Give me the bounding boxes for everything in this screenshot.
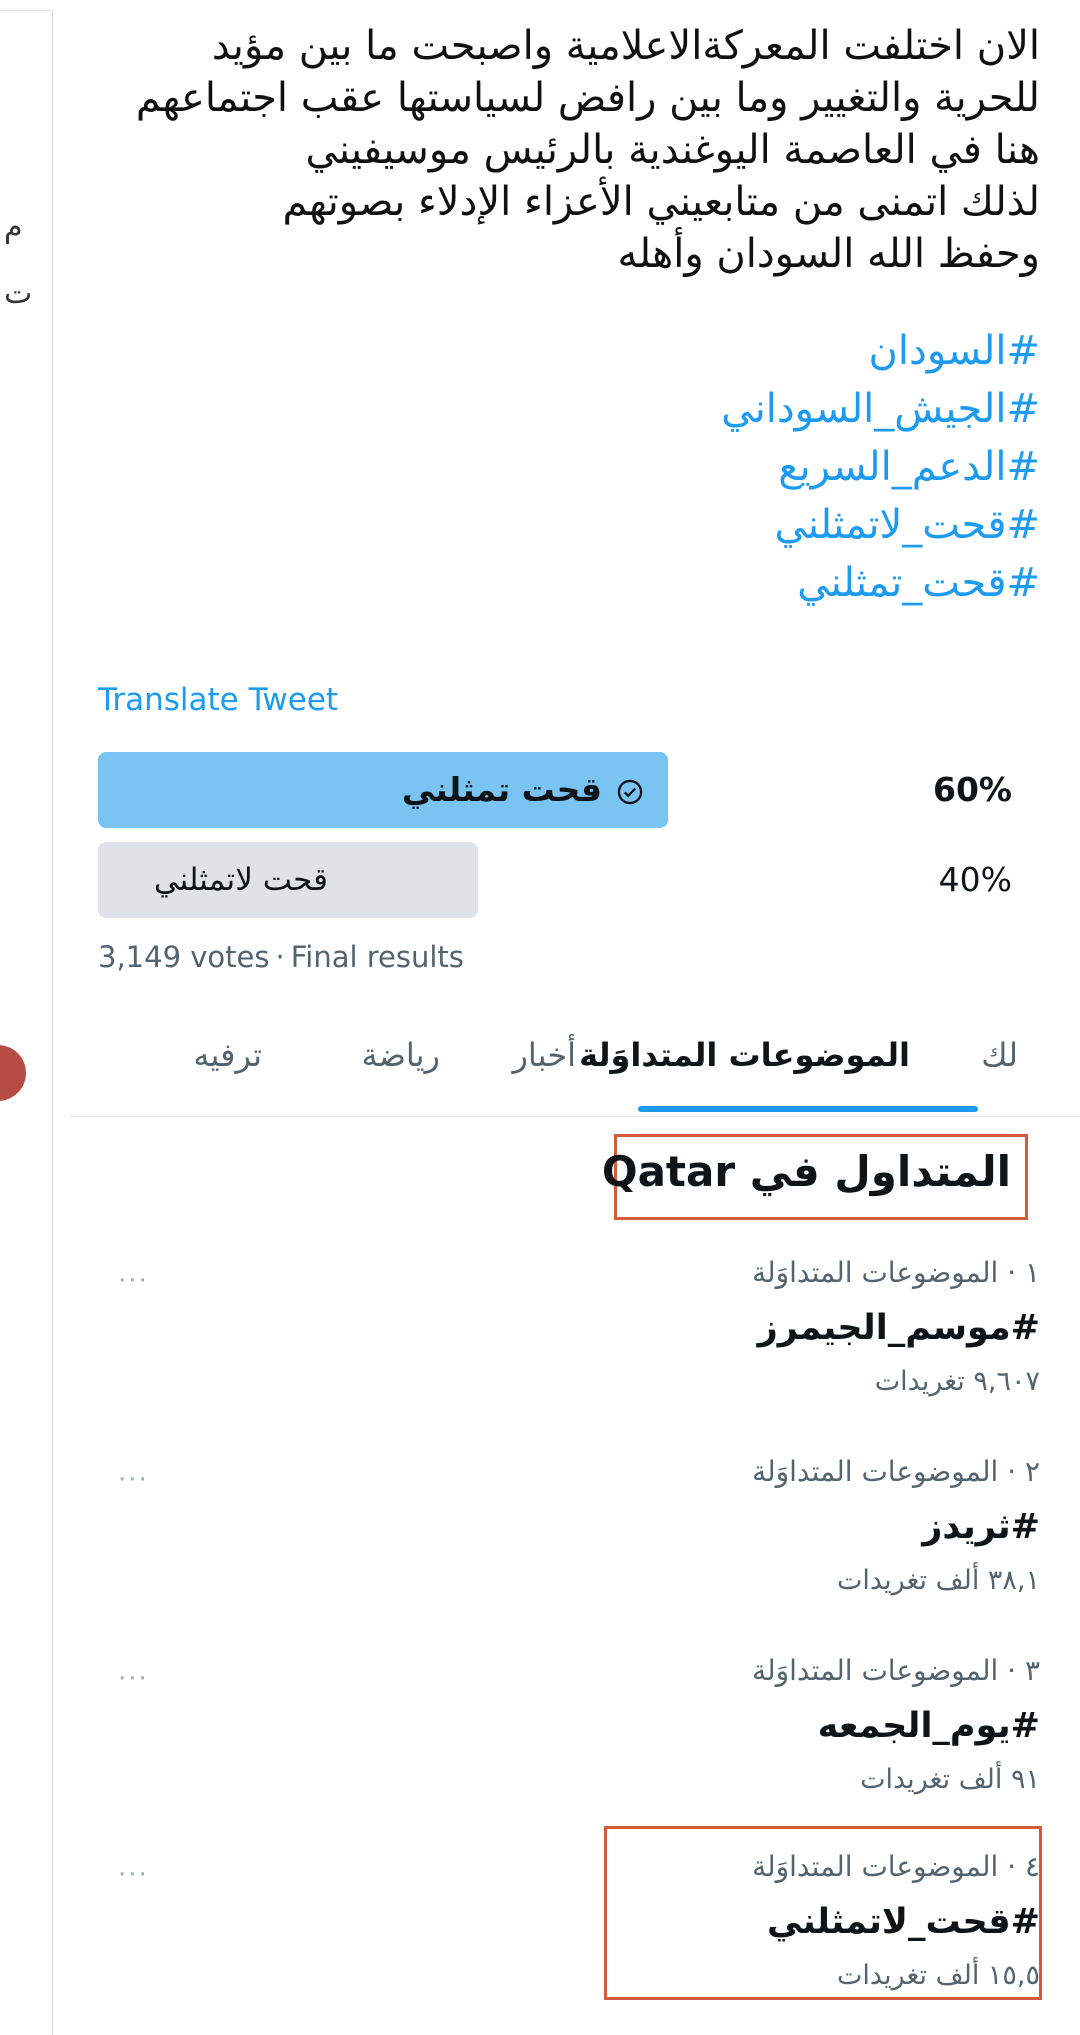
poll-option-bar: قحت لاتمثلني — [98, 842, 478, 918]
poll-vote-count: 3,149 votes — [98, 940, 270, 974]
tweet-text-line: لذلك اتمنى من متابعيني الأعزاء الإدلاء ب… — [282, 179, 1040, 225]
tweet-text-line: الان اختلفت المعركةالاعلامية واصبحت ما ب… — [211, 23, 1040, 69]
more-horizontal-icon[interactable]: ··· — [118, 1664, 149, 1694]
tweet-text-line: هنا في العاصمة اليوغندية بالرئيس موسيفين… — [305, 127, 1040, 173]
trend-item[interactable]: ··· ٣ · الموضوعات المتداوَلة #يوم_الجمعه… — [100, 1654, 1040, 1804]
poll-option-percent: 40% — [938, 860, 1012, 899]
more-horizontal-icon[interactable]: ··· — [118, 1465, 149, 1495]
trend-name: #يوم_الجمعه — [817, 1706, 1040, 1746]
side-text-fragment: ت — [4, 276, 33, 311]
tab-entertainment[interactable]: ترفيه — [193, 1036, 262, 1074]
trend-item[interactable]: ··· ٢ · الموضوعات المتداوَلة #ثريدز ٣٨,١… — [100, 1455, 1040, 1605]
annotation-box: المتداول في Qatar — [602, 1134, 1028, 1220]
trend-item[interactable]: ··· ٤ · الموضوعات المتداوَلة #قحت_لاتمثل… — [100, 1850, 1040, 2000]
side-text-fragment: م — [4, 210, 23, 245]
explore-tabs: لك الموضوعات المتداوَلة أخبار رياضة ترفي… — [70, 1020, 1080, 1117]
tab-news[interactable]: أخبار — [512, 1036, 576, 1074]
more-horizontal-icon[interactable]: ··· — [118, 1860, 149, 1890]
trend-rank-label: ١ · الموضوعات المتداوَلة — [752, 1256, 1040, 1289]
poll-option-text: قحت تمثلني — [401, 770, 602, 809]
hashtag-link[interactable]: #السودان — [721, 322, 1040, 380]
poll-option-label: قحت تمثلني — [402, 752, 644, 828]
tweet-text: الان اختلفت المعركةالاعلامية واصبحت ما ب… — [80, 20, 1040, 280]
trend-rank-label: ٤ · الموضوعات المتداوَلة — [752, 1850, 1040, 1883]
check-circle-icon — [617, 779, 643, 804]
tab-sports[interactable]: رياضة — [362, 1036, 440, 1074]
tab-trending[interactable]: الموضوعات المتداوَلة — [579, 1036, 910, 1074]
hashtag-link[interactable]: #قحت_تمثلني — [721, 554, 1040, 612]
trend-name: #موسم_الجيمرز — [757, 1308, 1040, 1348]
poll-option-label: قحت لاتمثلني — [153, 862, 328, 898]
trending-region-heading: المتداول في Qatar — [601, 1147, 1011, 1196]
poll-status: Final results — [290, 940, 464, 974]
poll-option-bar: قحت تمثلني — [98, 752, 668, 828]
side-card-edge — [0, 10, 53, 2035]
trend-tweet-count: ٩,٦٠٧ تغريدات — [874, 1366, 1040, 1397]
active-tab-indicator — [638, 1106, 978, 1112]
poll-summary-separator: · — [275, 940, 285, 974]
trend-item[interactable]: ··· ١ · الموضوعات المتداوَلة #موسم_الجيم… — [100, 1256, 1040, 1406]
tab-for-you[interactable]: لك — [981, 1036, 1018, 1074]
trend-rank-label: ٣ · الموضوعات المتداوَلة — [752, 1654, 1040, 1687]
trend-tweet-count: ١٥,٥ ألف تغريدات — [837, 1960, 1040, 1991]
trend-rank-label: ٢ · الموضوعات المتداوَلة — [752, 1455, 1040, 1488]
hashtag-link[interactable]: #قحت_لاتمثلني — [721, 496, 1040, 554]
hashtag-list: #السودان #الجيش_السوداني #الدعم_السريع #… — [721, 322, 1040, 612]
hashtag-link[interactable]: #الجيش_السوداني — [721, 380, 1040, 438]
trend-name: #ثريدز — [922, 1507, 1040, 1547]
poll-summary: 3,149 votes · Final results — [98, 940, 464, 974]
hashtag-link[interactable]: #الدعم_السريع — [721, 438, 1040, 496]
trend-tweet-count: ٣٨,١ ألف تغريدات — [837, 1565, 1040, 1596]
side-panel-fragment: م ت — [0, 0, 60, 2035]
tweet-text-line: وحفظ الله السودان وأهله — [617, 231, 1040, 277]
trend-name: #قحت_لاتمثلني — [767, 1902, 1040, 1942]
poll-option-percent: 60% — [933, 770, 1012, 809]
more-horizontal-icon[interactable]: ··· — [118, 1266, 149, 1296]
translate-tweet-link[interactable]: Translate Tweet — [98, 682, 338, 718]
tweet-text-line: للحرية والتغيير وما بين رافض لسياستها عق… — [135, 75, 1040, 121]
trend-tweet-count: ٩١ ألف تغريدات — [860, 1764, 1040, 1795]
